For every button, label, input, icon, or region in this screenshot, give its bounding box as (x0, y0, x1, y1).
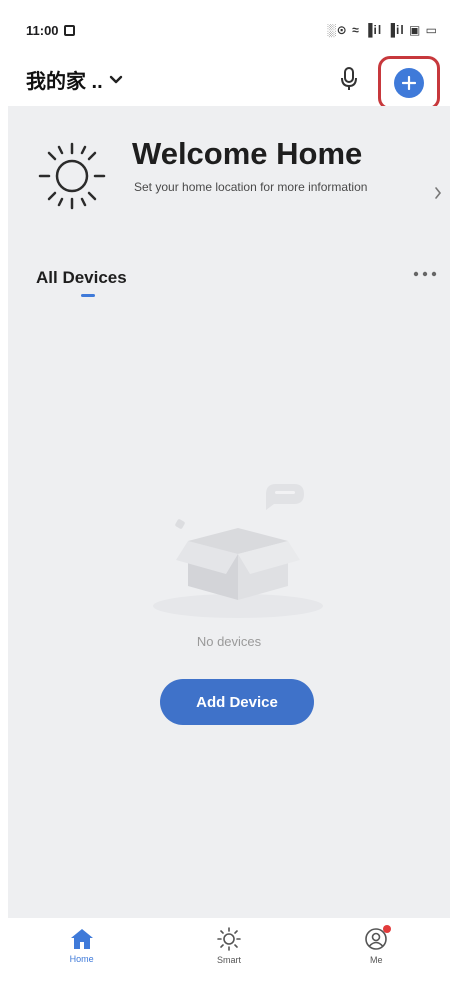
home-icon (70, 928, 93, 949)
home-name: 我的家 .. (26, 70, 103, 93)
add-button[interactable] (394, 68, 424, 98)
nav-smart[interactable]: Smart (184, 926, 274, 965)
main-content: Welcome Home Set your home location for … (8, 106, 450, 918)
home-selector[interactable]: 我的家 .. (26, 65, 123, 94)
header-actions (332, 48, 440, 110)
all-devices-tab[interactable]: All Devices (36, 268, 127, 288)
sun-icon (217, 926, 241, 951)
bottom-nav: Home Smart Me (8, 918, 450, 973)
status-time: 11:00 (26, 22, 59, 38)
welcome-title: Welcome Home (132, 136, 363, 171)
chevron-right-icon (435, 187, 442, 199)
nav-home[interactable]: Home (37, 928, 127, 964)
empty-box-icon (153, 484, 323, 618)
voice-button[interactable] (332, 62, 366, 96)
status-icons-text: ░⊙ ≈ ▐il ▐il ▣ ▭ (327, 23, 438, 37)
status-bar: 11:00 ░⊙ ≈ ▐il ▐il ▣ ▭ (8, 8, 450, 52)
notification-badge (383, 924, 392, 933)
nav-me[interactable]: Me (331, 924, 421, 965)
welcome-card[interactable]: Welcome Home Set your home location for … (34, 136, 442, 236)
nav-smart-label: Smart (216, 954, 241, 965)
sun-icon (38, 142, 106, 210)
nav-me-label: Me (370, 954, 383, 965)
top-header: 我的家 .. (8, 52, 450, 110)
add-button-highlight (378, 56, 440, 110)
status-time-group: 11:00 (26, 23, 75, 38)
microphone-icon (341, 67, 357, 90)
chevron-down-icon (109, 75, 122, 84)
nav-home-label: Home (69, 953, 94, 964)
app-frame: 11:00 ░⊙ ≈ ▐il ▐il ▣ ▭ 我的家 .. Welcome Ho… (8, 8, 450, 973)
welcome-subtitle: Set your home location for more informat… (134, 180, 368, 194)
add-device-button[interactable]: Add Device (160, 679, 314, 725)
tab-underline (81, 294, 95, 297)
status-icons: ░⊙ ≈ ▐il ▐il ▣ ▭ (327, 23, 438, 37)
notification-icon (63, 24, 75, 36)
more-icon[interactable] (412, 270, 438, 278)
empty-state-text: No devices (196, 634, 262, 649)
plus-icon (402, 76, 416, 90)
